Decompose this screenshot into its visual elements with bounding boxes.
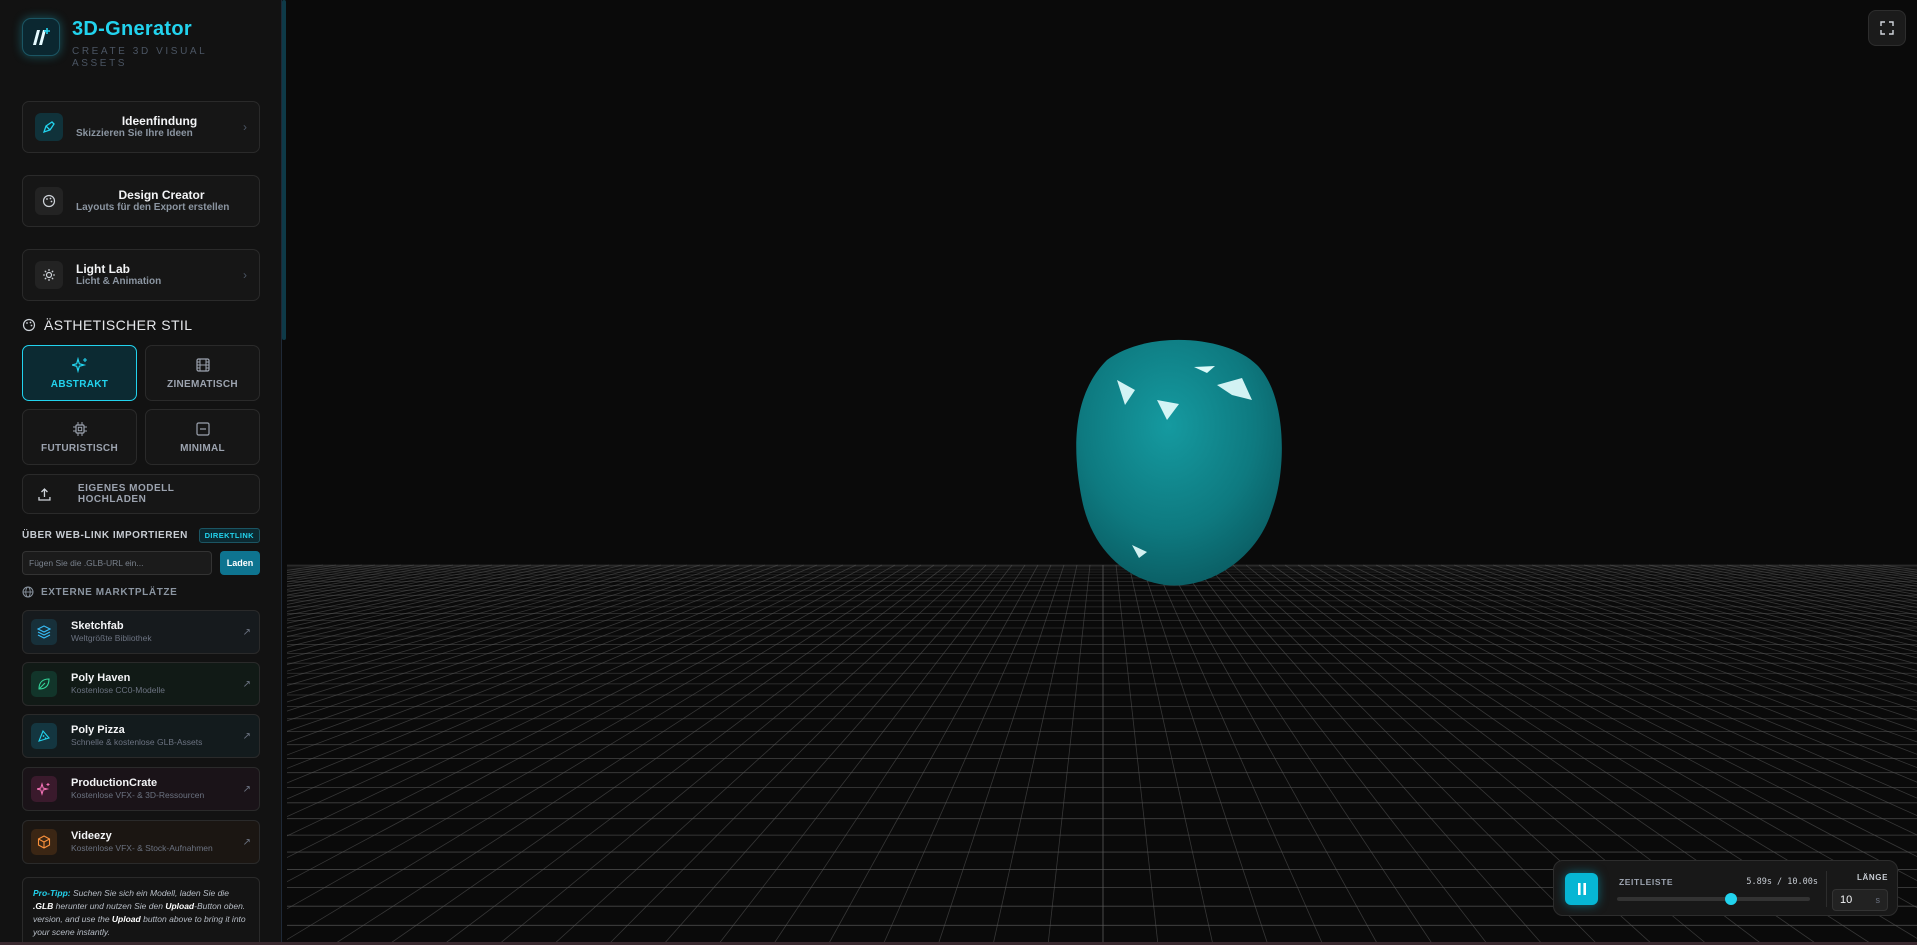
upload-label: EIGENES MODELL HOCHLADEN (77, 483, 175, 505)
glb-url-input[interactable] (22, 551, 212, 575)
palette-icon (22, 318, 36, 332)
pause-button[interactable] (1565, 873, 1598, 905)
style-label: MINIMAL (180, 442, 225, 454)
external-markets-header: EXTERNE MARKTPLÄTZE (22, 586, 177, 598)
external-link-icon: ↗ (242, 730, 251, 742)
cpu-icon (72, 421, 87, 436)
external-link-icon: ↗ (242, 783, 251, 795)
fullscreen-button[interactable] (1868, 10, 1906, 46)
market-subtitle: Kostenlose CC0-Modelle (71, 685, 166, 695)
market-title: ProductionCrate (71, 777, 158, 789)
external-link-icon: ↗ (242, 626, 251, 638)
palette-icon (35, 187, 63, 215)
3d-viewport[interactable] (287, 0, 1917, 945)
layers-icon (31, 619, 57, 645)
film-icon (195, 357, 210, 372)
market-title: Poly Pizza (71, 724, 125, 736)
floor-grid (287, 339, 1917, 945)
pause-icon (1577, 883, 1586, 895)
timeline-time: 5.89s / 10.00s (1746, 877, 1818, 887)
brand: 3D-Gnerator CREATE 3D VISUAL ASSETS (22, 18, 222, 70)
minus-square-icon (195, 421, 210, 436)
pro-tip-label: Pro-Tipp: (33, 888, 71, 898)
market-sketchfab[interactable]: Sketchfab Weltgrößte Bibliothek ↗ (22, 610, 260, 654)
market-subtitle: Weltgrößte Bibliothek (71, 633, 152, 643)
import-header: ÜBER WEB-LINK IMPORTIEREN DIREKTLINK (22, 528, 260, 543)
style-label: ABSTRAKT (50, 378, 109, 390)
length-label: LÄNGE (1857, 873, 1888, 882)
pen-icon (35, 113, 63, 141)
timeline-slider[interactable] (1617, 893, 1810, 905)
external-link-icon: ↗ (242, 678, 251, 690)
external-title: EXTERNE MARKTPLÄTZE (41, 586, 178, 598)
market-productioncrate[interactable]: ProductionCrate Kostenlose VFX- & 3D-Res… (22, 767, 260, 811)
direktlink-badge: DIREKTLINK (198, 528, 260, 543)
logo-icon (22, 18, 60, 56)
market-title: Videezy (71, 830, 112, 842)
market-subtitle: Kostenlose VFX- & Stock-Aufnahmen (71, 843, 213, 853)
chevron-right-icon: › (243, 268, 247, 282)
load-button[interactable]: Laden (220, 551, 260, 575)
style-minimal-button[interactable]: MINIMAL (145, 409, 260, 465)
timeline-panel: ZEITLEISTE 5.89s / 10.00s LÄNGE 10 s (1553, 860, 1898, 916)
market-title: Poly Haven (71, 672, 131, 684)
nav-design-creator[interactable]: Design Creator Layouts für den Export er… (22, 175, 260, 227)
market-poly-haven[interactable]: Poly Haven Kostenlose CC0-Modelle ↗ (22, 662, 260, 706)
pro-tip-text: herunter und nutzen Sie den (53, 901, 166, 911)
length-value: 10 (1840, 894, 1853, 906)
nav-subtitle: Licht & Animation (76, 276, 162, 287)
market-title: Sketchfab (71, 620, 124, 632)
app-subtitle: CREATE 3D VISUAL ASSETS (72, 46, 207, 69)
market-videezy[interactable]: Videezy Kostenlose VFX- & Stock-Aufnahme… (22, 820, 260, 864)
sparkles-icon (71, 356, 87, 373)
length-input[interactable]: 10 s (1832, 889, 1888, 911)
upload-model-button[interactable]: EIGENES MODELL HOCHLADEN (22, 474, 260, 514)
nav-subtitle: Skizzieren Sie Ihre Ideen (76, 128, 193, 139)
style-label: ZINEMATISCH (167, 378, 238, 390)
pizza-icon (31, 723, 57, 749)
nav-title: Design Creator (118, 188, 205, 202)
style-section-header: ÄSTHETISCHER STIL (22, 317, 192, 333)
box-icon (31, 829, 57, 855)
leaf-icon (31, 671, 57, 697)
timeline-label: ZEITLEISTE (1619, 877, 1674, 887)
nav-ideenfindung[interactable]: Ideenfindung Skizzieren Sie Ihre Ideen › (22, 101, 260, 153)
market-poly-pizza[interactable]: Poly Pizza Schnelle & kostenlose GLB-Ass… (22, 714, 260, 758)
import-title: ÜBER WEB-LINK IMPORTIEREN (22, 530, 188, 541)
external-link-icon: ↗ (242, 836, 251, 848)
nav-title: Ideenfindung (121, 114, 198, 128)
app-title: 3D-Gnerator (72, 18, 192, 40)
nav-light-lab[interactable]: Light Lab Licht & Animation › (22, 249, 260, 301)
glb-text: .GLB (33, 901, 54, 911)
sidebar-scrollbar[interactable] (282, 0, 286, 340)
pro-tip-text: Suchen Sie sich ein Modell, laden Sie di… (70, 888, 229, 898)
fullscreen-icon (1880, 21, 1894, 35)
chevron-right-icon: › (243, 120, 247, 134)
upload-text: Upload (165, 901, 195, 911)
pro-tip-box: Pro-Tipp: Suchen Sie sich ein Modell, la… (22, 877, 260, 945)
market-subtitle: Kostenlose VFX- & 3D-Ressourcen (71, 790, 205, 800)
timeline-slider-thumb[interactable] (1724, 893, 1737, 905)
style-zinematisch-button[interactable]: ZINEMATISCH (145, 345, 260, 401)
section-title: ÄSTHETISCHER STIL (44, 317, 193, 333)
upload-icon (38, 487, 51, 501)
3d-model[interactable] (1076, 339, 1282, 586)
globe-icon (22, 586, 34, 598)
sidebar: 3D-Gnerator CREATE 3D VISUAL ASSETS Idee… (0, 0, 282, 945)
style-abstrakt-button[interactable]: ABSTRAKT (22, 345, 137, 401)
market-subtitle: Schnelle & kostenlose GLB-Assets (71, 737, 203, 747)
app-root: 3D-Gnerator CREATE 3D VISUAL ASSETS Idee… (0, 0, 1917, 945)
style-label: FUTURISTISCH (41, 442, 118, 454)
nav-title: Light Lab (76, 262, 130, 276)
nav-subtitle: Layouts für den Export erstellen (76, 202, 230, 213)
sparkles-icon (31, 776, 57, 802)
style-futuristisch-button[interactable]: FUTURISTISCH (22, 409, 137, 465)
length-unit: s (1875, 895, 1881, 905)
upload-text: Upload (111, 914, 141, 924)
sun-icon (35, 261, 63, 289)
